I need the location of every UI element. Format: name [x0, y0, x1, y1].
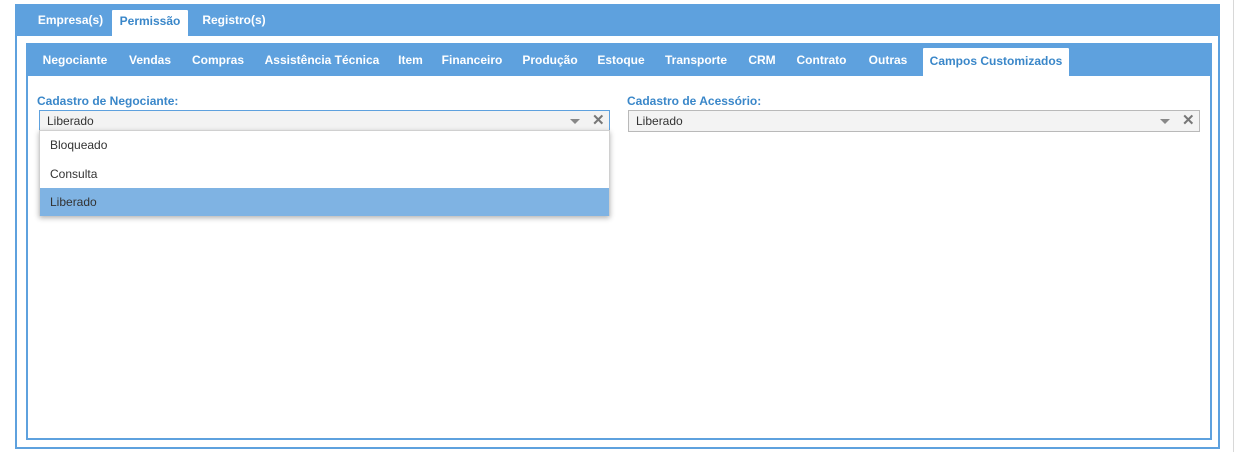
acessorio-select[interactable]: Liberado ✕: [628, 110, 1200, 132]
tab-campos-customizados[interactable]: Campos Customizados: [922, 47, 1070, 76]
main-panel: Empresa(s) Permissão Registro(s) Negocia…: [15, 4, 1220, 449]
tab-outras[interactable]: Outras: [858, 47, 918, 76]
permission-panel: Negociante Vendas Compras Assistência Té…: [26, 43, 1212, 440]
outer-tab-bar: Empresa(s) Permissão Registro(s): [17, 4, 1218, 36]
page-border-line: [1233, 0, 1234, 452]
chevron-down-icon[interactable]: [570, 119, 580, 124]
tab-producao[interactable]: Produção: [513, 47, 587, 76]
tab-crm[interactable]: CRM: [739, 47, 785, 76]
tab-empresas[interactable]: Empresa(s): [25, 9, 116, 36]
acessorio-label: Cadastro de Acessório:: [627, 94, 762, 108]
tab-transporte[interactable]: Transporte: [655, 47, 737, 76]
tab-item[interactable]: Item: [390, 47, 431, 76]
negociante-select[interactable]: Liberado ✕: [39, 110, 610, 132]
tab-registros[interactable]: Registro(s): [194, 9, 274, 36]
negociante-dropdown-list: Bloqueado Consulta Liberado: [39, 130, 610, 216]
option-bloqueado[interactable]: Bloqueado: [40, 131, 609, 159]
tab-assistencia-tecnica[interactable]: Assistência Técnica: [256, 47, 388, 76]
chevron-down-icon[interactable]: [1160, 119, 1170, 124]
close-icon[interactable]: ✕: [1182, 112, 1195, 130]
inner-tab-bar: Negociante Vendas Compras Assistência Té…: [28, 43, 1210, 76]
negociante-label: Cadastro de Negociante:: [37, 94, 179, 108]
tab-estoque[interactable]: Estoque: [589, 47, 653, 76]
tab-compras[interactable]: Compras: [182, 47, 254, 76]
tab-financeiro[interactable]: Financeiro: [433, 47, 511, 76]
tab-negociante[interactable]: Negociante: [32, 47, 118, 76]
tab-contrato[interactable]: Contrato: [787, 47, 856, 76]
tab-permissao[interactable]: Permissão: [111, 9, 189, 36]
acessorio-value: Liberado: [636, 114, 683, 128]
close-icon[interactable]: ✕: [592, 112, 605, 130]
option-liberado[interactable]: Liberado: [40, 188, 609, 216]
option-consulta[interactable]: Consulta: [40, 160, 609, 188]
negociante-value: Liberado: [47, 114, 94, 128]
tab-vendas[interactable]: Vendas: [120, 47, 180, 76]
